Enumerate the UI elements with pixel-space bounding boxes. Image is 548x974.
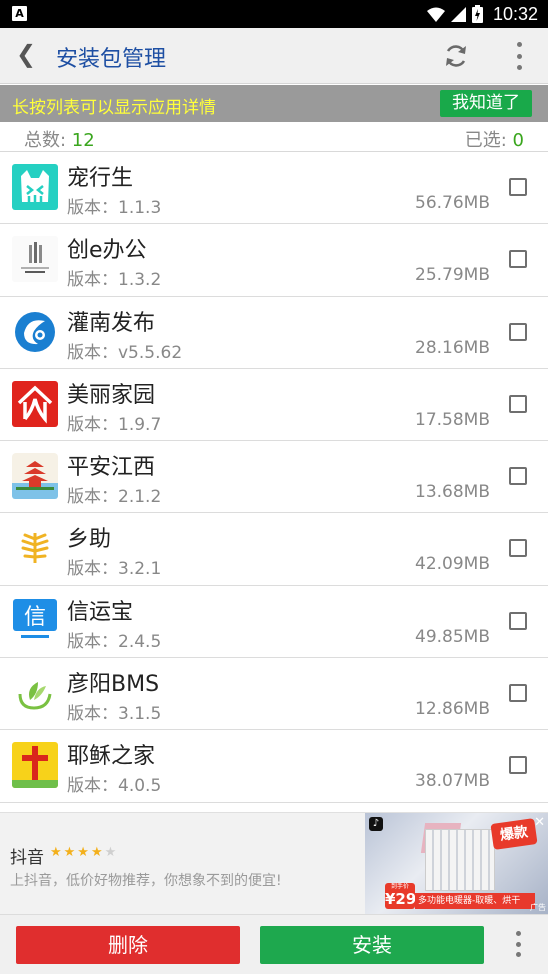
list-item[interactable]: 美丽家园 版本：1.9.7 17.58MB bbox=[0, 368, 548, 442]
price-badge: 到手价 ¥29 bbox=[385, 883, 417, 909]
app-size: 12.86MB bbox=[415, 699, 490, 720]
selected-count: 已选: 0 bbox=[464, 130, 524, 151]
app-size: 25.79MB bbox=[415, 265, 490, 286]
back-icon[interactable]: ❮ bbox=[16, 40, 36, 68]
app-size: 13.68MB bbox=[415, 482, 490, 503]
app-version: 版本：1.1.3 bbox=[67, 198, 162, 218]
notification-icon: A bbox=[12, 6, 27, 21]
ad-description: 上抖音，低价好物推荐，你想象不到的便宜! bbox=[10, 873, 282, 889]
app-version: 版本：3.1.5 bbox=[67, 704, 162, 725]
app-name: 灌南发布 bbox=[67, 310, 156, 336]
more-vert-icon[interactable] bbox=[514, 42, 524, 70]
app-name: 平安江西 bbox=[67, 455, 156, 481]
selected-count-value: 0 bbox=[512, 130, 524, 151]
app-name: 创e办公 bbox=[67, 238, 147, 264]
ad-title: 抖音 bbox=[10, 848, 44, 868]
status-bar: A 10:32 bbox=[0, 0, 548, 28]
list-item[interactable]: 彦阳BMS 版本：3.1.5 12.86MB bbox=[0, 658, 548, 731]
install-button[interactable]: 安装 bbox=[260, 926, 484, 964]
total-count-value: 12 bbox=[71, 130, 95, 151]
app-size: 42.09MB bbox=[415, 554, 490, 575]
select-checkbox[interactable] bbox=[509, 322, 527, 341]
app-name: 美丽家园 bbox=[67, 382, 156, 408]
list-item[interactable]: 创e办公 版本：1.3.2 25.79MB bbox=[0, 224, 548, 297]
bottom-action-bar: 删除 安装 bbox=[0, 914, 548, 974]
got-it-button[interactable]: 我知道了 bbox=[440, 90, 532, 117]
star-rating-icon: ★★★★★ bbox=[50, 845, 119, 860]
ad-image[interactable]: ♪ 爆款 ✕ 到手价 ¥29 多功能电暖器-取暖、烘干 广告 bbox=[365, 813, 548, 915]
pet-app-icon bbox=[12, 164, 58, 210]
svg-text:信: 信 bbox=[24, 605, 46, 630]
total-count: 总数: 12 bbox=[24, 130, 95, 151]
select-checkbox[interactable] bbox=[509, 756, 527, 775]
app-name: 彦阳BMS bbox=[67, 672, 160, 698]
battery-icon bbox=[471, 5, 483, 23]
app-name: 耶稣之家 bbox=[67, 744, 156, 770]
app-version: 版本：1.9.7 bbox=[67, 414, 162, 435]
wheat-app-icon bbox=[12, 525, 58, 572]
app-list: 宠行生 版本：1.1.3 56.76MB 创e办公 版本：1.3.2 25.79… bbox=[0, 152, 548, 803]
tip-bar: 长按列表可以显示应用详情 我知道了 bbox=[0, 85, 548, 122]
more-vert-icon[interactable] bbox=[514, 931, 522, 957]
tiktok-icon: ♪ bbox=[369, 817, 383, 831]
app-version: 版本：2.4.5 bbox=[67, 631, 162, 652]
app-bar: ❮ 安装包管理 bbox=[0, 28, 548, 84]
app-name: 乡助 bbox=[67, 527, 112, 553]
list-item[interactable]: 乡助 版本：3.2.1 42.09MB bbox=[0, 513, 548, 586]
list-item[interactable]: 耶稣之家 版本：4.0.5 38.07MB bbox=[0, 730, 548, 803]
clock: 10:32 bbox=[492, 3, 538, 24]
ad-banner[interactable]: 抖音 ★★★★★ 上抖音，低价好物推荐，你想象不到的便宜! ♪ 爆款 ✕ 到手价… bbox=[0, 812, 548, 915]
ad-tag: 广告 bbox=[530, 903, 546, 912]
select-checkbox[interactable] bbox=[509, 250, 527, 269]
select-checkbox[interactable] bbox=[509, 178, 527, 196]
list-item[interactable]: 灌南发布 版本：v5.5.62 28.16MB bbox=[0, 296, 548, 369]
app-version: 版本：3.2.1 bbox=[67, 559, 162, 580]
app-name: 宠行生 bbox=[67, 166, 134, 191]
app-version: 版本：1.3.2 bbox=[67, 270, 162, 291]
heater-graphic bbox=[425, 829, 495, 891]
leaf-app-icon bbox=[12, 670, 58, 717]
select-checkbox[interactable] bbox=[509, 539, 527, 558]
ad-caption: 多功能电暖器-取暖、烘干 bbox=[415, 893, 535, 909]
app-size: 56.76MB bbox=[415, 193, 490, 213]
wifi-icon bbox=[426, 7, 445, 22]
app-size: 38.07MB bbox=[415, 771, 490, 792]
count-bar: 总数: 12 已选: 0 bbox=[0, 122, 548, 152]
app-version: 版本：v5.5.62 bbox=[67, 342, 183, 363]
office-app-icon bbox=[12, 236, 58, 283]
app-version: 版本：4.0.5 bbox=[67, 776, 162, 797]
app-size: 17.58MB bbox=[415, 409, 490, 430]
app-size: 28.16MB bbox=[415, 337, 490, 358]
list-item[interactable]: 宠行生 版本：1.1.3 56.76MB bbox=[0, 152, 548, 225]
pagoda-app-icon bbox=[12, 453, 58, 500]
close-icon[interactable]: ✕ bbox=[534, 815, 545, 830]
select-checkbox[interactable] bbox=[509, 611, 527, 630]
signal-icon bbox=[450, 6, 466, 22]
delete-button[interactable]: 删除 bbox=[16, 926, 240, 964]
home-app-icon bbox=[12, 380, 58, 427]
cross-app-icon bbox=[12, 742, 58, 789]
xinyunbao-app-icon: 信 bbox=[12, 597, 58, 644]
list-item[interactable]: 信 信运宝 版本：2.4.5 49.85MB bbox=[0, 585, 548, 659]
app-version: 版本：2.1.2 bbox=[67, 487, 162, 508]
page-title: 安装包管理 bbox=[56, 47, 167, 72]
hot-badge: 爆款 bbox=[490, 818, 538, 850]
app-size: 49.85MB bbox=[415, 626, 490, 647]
select-checkbox[interactable] bbox=[509, 684, 527, 703]
list-item[interactable]: 平安江西 版本：2.1.2 13.68MB bbox=[0, 441, 548, 514]
news-app-icon bbox=[12, 308, 58, 355]
select-checkbox[interactable] bbox=[509, 394, 527, 413]
status-icons: 10:32 bbox=[426, 0, 538, 28]
refresh-icon[interactable] bbox=[442, 42, 470, 70]
tip-text: 长按列表可以显示应用详情 bbox=[12, 98, 216, 118]
select-checkbox[interactable] bbox=[509, 467, 527, 486]
app-name: 信运宝 bbox=[67, 599, 134, 625]
